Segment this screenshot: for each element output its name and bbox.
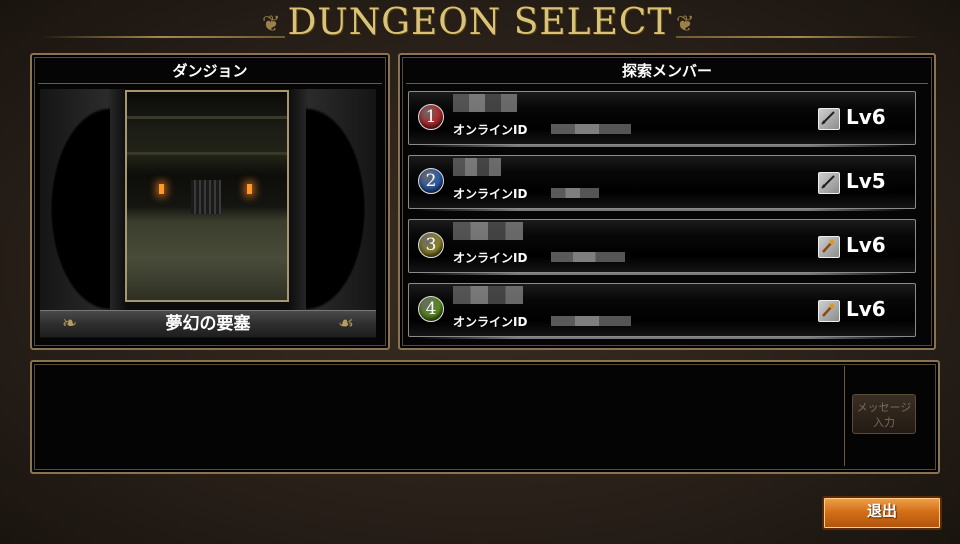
staff-icon <box>818 236 840 258</box>
online-id-label: オンラインID <box>453 123 528 137</box>
member-level: Lv6 <box>846 233 886 257</box>
members-panel-heading: 探索メンバー <box>406 59 928 84</box>
message-divider <box>844 366 845 466</box>
member-number-badge: 3 <box>418 232 444 258</box>
dungeon-panel-heading: ダンジョン <box>38 59 382 84</box>
member-name-redacted <box>453 158 501 176</box>
ceiling-beam <box>127 116 287 119</box>
member-row-4[interactable]: 4 オンラインID Lv6 <box>408 283 916 339</box>
sword-icon <box>818 172 840 194</box>
message-log[interactable]: メッセージ 入力 <box>30 360 940 474</box>
gate-icon <box>191 180 221 214</box>
staff-icon <box>818 300 840 322</box>
member-level: Lv5 <box>846 169 886 193</box>
member-name-redacted <box>453 222 523 240</box>
member-name-redacted <box>453 94 517 112</box>
online-id-redacted <box>551 252 625 262</box>
member-number-badge: 2 <box>418 168 444 194</box>
online-id-label: オンラインID <box>453 187 528 201</box>
member-name-redacted <box>453 286 523 304</box>
member-level: Lv6 <box>846 105 886 129</box>
online-id-redacted <box>551 124 631 134</box>
frame-arch-left <box>40 89 110 329</box>
title-bar: ❦ DUNGEON SELECT ❦ <box>0 0 960 46</box>
dungeon-name-bar[interactable]: ❧ 夢幻の要塞 ☙ <box>40 310 376 338</box>
torch-left-icon <box>159 184 164 194</box>
exit-button[interactable]: 退出 <box>822 496 942 530</box>
frame-arch-right <box>306 89 376 329</box>
member-row-2[interactable]: 2 オンラインID Lv5 <box>408 155 916 211</box>
dungeon-preview-image[interactable] <box>125 90 289 302</box>
online-id-redacted <box>551 316 631 326</box>
title-divider-left <box>40 36 285 38</box>
online-id-label: オンラインID <box>453 251 528 265</box>
ornament-right-icon: ❦ <box>676 12 695 37</box>
torch-right-icon <box>247 184 252 194</box>
message-button-label-2: 入力 <box>873 416 895 429</box>
wall-beam <box>127 152 287 155</box>
member-number-badge: 4 <box>418 296 444 322</box>
member-row-1[interactable]: 1 オンラインID Lv6 <box>408 91 916 147</box>
message-button-label-1: メッセージ <box>856 401 912 414</box>
ornament-left-icon: ❦ <box>262 12 281 37</box>
sword-icon <box>818 108 840 130</box>
online-id-redacted <box>551 188 599 198</box>
members-panel: 探索メンバー 1 オンラインID Lv6 2 オンラインID Lv5 3 オンラ… <box>398 53 936 350</box>
dungeon-panel: ダンジョン ❧ 夢幻の要塞 ☙ <box>30 53 390 350</box>
page-title: DUNGEON SELECT <box>287 2 673 43</box>
member-level: Lv6 <box>846 297 886 321</box>
message-input-button[interactable]: メッセージ 入力 <box>852 394 916 434</box>
dungeon-name: 夢幻の要塞 <box>165 314 251 334</box>
online-id-label: オンラインID <box>453 315 528 329</box>
member-row-3[interactable]: 3 オンラインID Lv6 <box>408 219 916 275</box>
member-number-badge: 1 <box>418 104 444 130</box>
fleur-right-icon: ☙ <box>337 313 354 334</box>
title-divider-right <box>676 36 921 38</box>
